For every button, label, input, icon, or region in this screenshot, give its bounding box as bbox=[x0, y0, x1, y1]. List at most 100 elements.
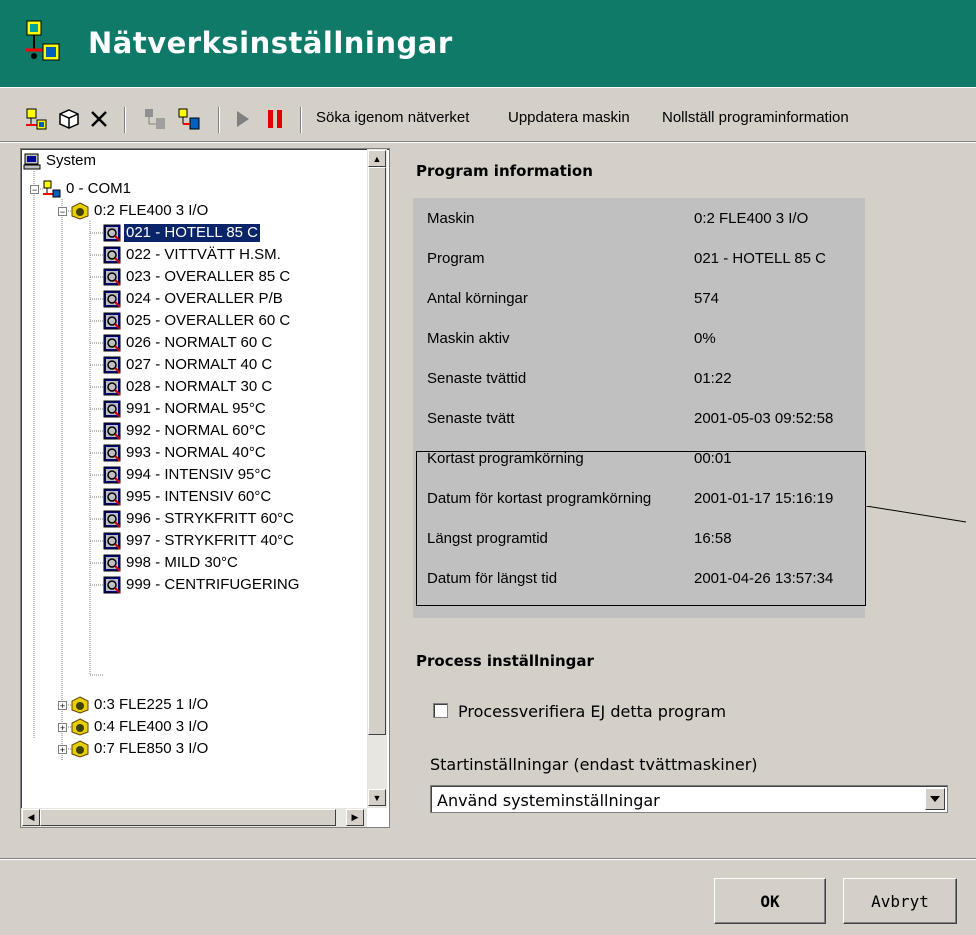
divider bbox=[0, 142, 976, 143]
dropdown-arrow-icon[interactable] bbox=[925, 788, 945, 810]
cube-icon[interactable] bbox=[56, 105, 82, 133]
tree-node-machine[interactable]: 0:4 FLE400 3 I/O bbox=[71, 716, 210, 738]
expand-icon[interactable]: + bbox=[58, 745, 67, 755]
collapse-icon[interactable]: − bbox=[30, 185, 39, 195]
title-bar: Nätverksinställningar bbox=[0, 0, 976, 87]
tree-node-machine[interactable]: 0:2 FLE400 3 I/O bbox=[71, 200, 210, 222]
machine-disabled-icon[interactable] bbox=[142, 105, 168, 133]
tree-node-program[interactable]: 993 - NORMAL 40°C bbox=[103, 442, 268, 464]
expand-icon[interactable]: + bbox=[58, 701, 67, 711]
tree-node-machine[interactable]: 0:7 FLE850 3 I/O bbox=[71, 738, 210, 760]
verify-checkbox[interactable] bbox=[433, 703, 448, 718]
info-label: Senaste tvätt bbox=[427, 410, 515, 427]
tree-node-program[interactable]: 024 - OVERALLER P/B bbox=[103, 288, 285, 310]
tree-node-program[interactable]: 999 - CENTRIFUGERING bbox=[103, 574, 301, 596]
info-value: 0% bbox=[694, 330, 716, 347]
scroll-thumb[interactable] bbox=[368, 167, 386, 735]
scroll-thumb[interactable] bbox=[40, 809, 336, 826]
play-icon[interactable] bbox=[230, 105, 256, 133]
tree-node-label: 025 - OVERALLER 60 C bbox=[126, 312, 291, 329]
program-icon bbox=[103, 576, 121, 594]
tree-node-label: 021 - HOTELL 85 C bbox=[122, 223, 262, 243]
tree-node-program[interactable]: 025 - OVERALLER 60 C bbox=[103, 310, 292, 332]
program-icon bbox=[103, 356, 121, 374]
tree-node-program[interactable]: 026 - NORMALT 60 C bbox=[103, 332, 274, 354]
collapse-icon[interactable]: − bbox=[58, 207, 67, 217]
info-row: Antal körningar 574 bbox=[413, 278, 865, 318]
tree-node-port[interactable]: 0 - COM1 bbox=[43, 178, 133, 200]
info-value: 574 bbox=[694, 290, 720, 307]
info-label: Antal körningar bbox=[427, 290, 528, 307]
window-title: Nätverksinställningar bbox=[88, 26, 453, 60]
scroll-down-icon[interactable]: ▼ bbox=[368, 789, 386, 806]
tree-node-label: 0:7 FLE850 3 I/O bbox=[94, 740, 209, 757]
tree-node-label: 996 - STRYKFRITT 60°C bbox=[126, 510, 294, 527]
tree-node-label: 995 - INTENSIV 60°C bbox=[126, 488, 272, 505]
divider bbox=[0, 859, 976, 860]
machine-network-icon[interactable] bbox=[176, 105, 202, 133]
info-label: Senaste tvättid bbox=[427, 370, 527, 387]
tree-node-label: 992 - NORMAL 60°C bbox=[126, 422, 266, 439]
info-row: Program 021 - HOTELL 85 C bbox=[413, 238, 865, 278]
tree-node-machine[interactable]: 0:3 FLE225 1 I/O bbox=[71, 694, 210, 716]
tree-node-label: 027 - NORMALT 40 C bbox=[126, 356, 273, 373]
tree-node-program[interactable]: 995 - INTENSIV 60°C bbox=[103, 486, 273, 508]
info-row: Senaste tvätt 2001-05-03 09:52:58 bbox=[413, 398, 865, 438]
program-icon bbox=[103, 268, 121, 286]
program-icon bbox=[103, 224, 121, 242]
machine-icon bbox=[71, 696, 89, 714]
tree-node-label: 0:2 FLE400 3 I/O bbox=[94, 202, 209, 219]
info-value: 021 - HOTELL 85 C bbox=[694, 250, 827, 267]
machine-icon bbox=[71, 718, 89, 736]
info-value: 0:2 FLE400 3 I/O bbox=[694, 210, 809, 227]
tree-node-program[interactable]: 027 - NORMALT 40 C bbox=[103, 354, 274, 376]
program-icon bbox=[103, 400, 121, 418]
ok-button[interactable]: OK bbox=[714, 878, 826, 924]
program-icon bbox=[103, 312, 121, 330]
reset-program-info-button[interactable]: Nollställ programinformation bbox=[662, 109, 849, 126]
tree-node-program[interactable]: 022 - VITTVÄTT H.SM. bbox=[103, 244, 283, 266]
info-value: 01:22 bbox=[694, 370, 732, 387]
pause-icon[interactable] bbox=[262, 105, 288, 133]
toolbar: Söka igenom nätverket Uppdatera maskin N… bbox=[0, 97, 976, 141]
tree-horizontal-scrollbar[interactable]: ◀ ▶ bbox=[21, 808, 367, 827]
scroll-right-icon[interactable]: ▶ bbox=[346, 809, 364, 826]
expand-icon[interactable]: + bbox=[58, 723, 67, 733]
tree-node-program[interactable]: 023 - OVERALLER 85 C bbox=[103, 266, 292, 288]
scroll-up-icon[interactable]: ▲ bbox=[368, 150, 386, 167]
program-icon bbox=[103, 378, 121, 396]
tree-node-label: System bbox=[46, 152, 97, 169]
tree-node-program[interactable]: 028 - NORMALT 30 C bbox=[103, 376, 274, 398]
network-add-icon[interactable] bbox=[24, 105, 50, 133]
tree-node-program[interactable]: 994 - INTENSIV 95°C bbox=[103, 464, 273, 486]
tree-node-program[interactable]: 021 - HOTELL 85 C bbox=[103, 222, 262, 244]
tree-vertical-scrollbar[interactable]: ▲ ▼ bbox=[367, 149, 387, 808]
program-icon bbox=[103, 422, 121, 440]
tree-node-label: 022 - VITTVÄTT H.SM. bbox=[126, 246, 281, 263]
start-settings-select[interactable]: Använd systeminställningar bbox=[430, 785, 948, 813]
program-icon bbox=[103, 532, 121, 550]
process-settings-heading: Process inställningar bbox=[416, 652, 594, 670]
delete-icon[interactable] bbox=[86, 105, 112, 133]
search-network-button[interactable]: Söka igenom nätverket bbox=[316, 109, 469, 126]
tree-node-label: 999 - CENTRIFUGERING bbox=[126, 576, 300, 593]
scroll-left-icon[interactable]: ◀ bbox=[22, 809, 40, 826]
verify-checkbox-label[interactable]: Processverifiera EJ detta program bbox=[458, 702, 726, 721]
tree-node-program[interactable]: 992 - NORMAL 60°C bbox=[103, 420, 268, 442]
program-icon bbox=[103, 290, 121, 308]
machine-tree[interactable]: System − 0 - COM1 − 0:2 FLE400 3 I/O 021… bbox=[20, 148, 390, 828]
tree-node-program[interactable]: 996 - STRYKFRITT 60°C bbox=[103, 508, 296, 530]
tree-node-system[interactable]: System bbox=[23, 150, 98, 172]
tree-node-label: 024 - OVERALLER P/B bbox=[126, 290, 283, 307]
program-icon bbox=[103, 444, 121, 462]
tree-node-program[interactable]: 998 - MILD 30°C bbox=[103, 552, 240, 574]
cancel-button[interactable]: Avbryt bbox=[843, 878, 957, 924]
info-label: Maskin bbox=[427, 210, 475, 227]
update-machine-button[interactable]: Uppdatera maskin bbox=[508, 109, 630, 126]
tree-node-label: 998 - MILD 30°C bbox=[126, 554, 238, 571]
start-settings-label: Startinställningar (endast tvättmaskiner… bbox=[430, 755, 758, 774]
tree-node-program[interactable]: 991 - NORMAL 95°C bbox=[103, 398, 268, 420]
tree-node-program[interactable]: 997 - STRYKFRITT 40°C bbox=[103, 530, 296, 552]
tree-node-label: 991 - NORMAL 95°C bbox=[126, 400, 266, 417]
shortest-longest-highlight bbox=[416, 451, 866, 606]
